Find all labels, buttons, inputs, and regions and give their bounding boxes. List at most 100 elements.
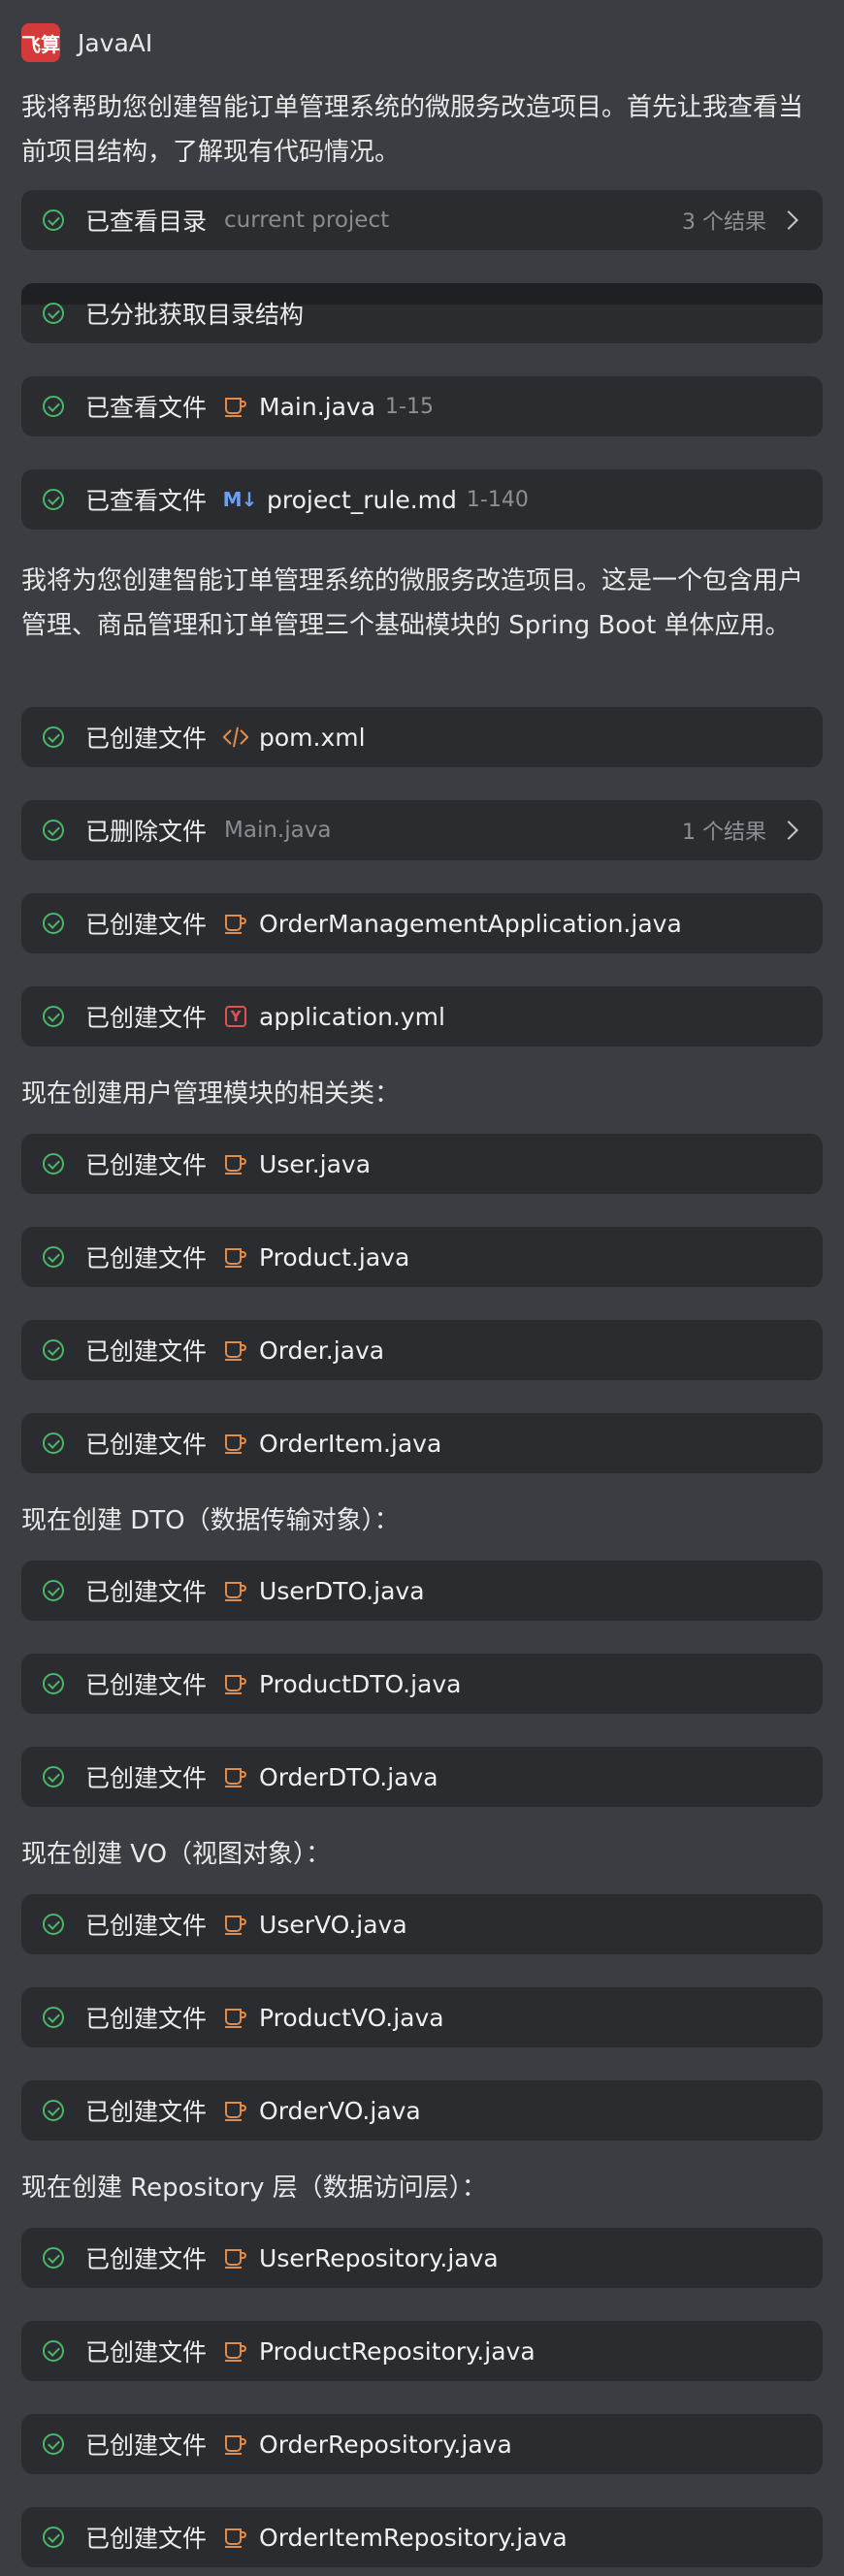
- file-name: OrderDTO.java: [259, 1762, 438, 1791]
- result-count-label: 3 个结果: [682, 210, 766, 235]
- step-card[interactable]: 已创建文件 Product.java: [21, 1227, 823, 1287]
- java-cup-icon: [222, 393, 249, 420]
- step-action: 已创建文件: [85, 724, 208, 753]
- step-target: Main.java: [224, 818, 332, 843]
- file-name: OrderItemRepository.java: [259, 2523, 568, 2552]
- check-icon: [43, 726, 64, 748]
- file-name: User.java: [259, 1149, 372, 1178]
- file-name: UserDTO.java: [259, 1576, 425, 1605]
- file-name: OrderRepository.java: [259, 2430, 512, 2459]
- file-name: ProductRepository.java: [259, 2336, 536, 2366]
- step-card[interactable]: 已创建文件 ProductRepository.java: [21, 2321, 823, 2381]
- check-icon: [43, 2100, 64, 2121]
- step-card[interactable]: 已创建文件 OrderVO.java: [21, 2080, 823, 2141]
- file-name: OrderManagementApplication.java: [259, 909, 682, 938]
- file-name: Main.java: [259, 392, 376, 421]
- step-card[interactable]: 已创建文件 UserDTO.java: [21, 1561, 823, 1621]
- step-card[interactable]: 已创建文件 OrderDTO.java: [21, 1747, 823, 1807]
- result-count-label: 1 个结果: [682, 821, 766, 845]
- step-action: 已创建文件: [85, 1151, 208, 1179]
- step-card[interactable]: 已创建文件 pom.xml: [21, 707, 823, 767]
- assistant-message: 现在创建 VO（视图对象）：: [21, 1840, 332, 1869]
- check-icon: [43, 1006, 64, 1027]
- check-icon: [43, 1153, 64, 1175]
- java-cup-icon: [222, 1243, 249, 1271]
- app-logo: 飞算: [21, 23, 60, 62]
- check-icon: [43, 2247, 64, 2269]
- step-card[interactable]: 已创建文件 ProductDTO.java: [21, 1654, 823, 1714]
- step-card[interactable]: 已创建文件 OrderManagementApplication.java: [21, 893, 823, 953]
- check-icon: [43, 2527, 64, 2548]
- check-icon: [43, 1766, 64, 1787]
- java-cup-icon: [222, 1577, 249, 1604]
- step-action: 已创建文件: [85, 2338, 208, 2367]
- assistant-message: 我将为您创建智能订单管理系统的微服务改造项目。这是一个包含用户管理、商品管理和订…: [21, 566, 804, 640]
- check-icon: [43, 396, 64, 417]
- app-header: 飞算 JavaAI: [21, 23, 152, 62]
- file-name: UserVO.java: [259, 1910, 407, 1939]
- step-card[interactable]: 已创建文件 User.java: [21, 1134, 823, 1194]
- check-icon: [43, 303, 64, 324]
- chevron-right-icon: [779, 821, 798, 840]
- java-cup-icon: [222, 2097, 249, 2124]
- check-icon: [43, 2340, 64, 2362]
- file-name: ProductVO.java: [259, 2003, 444, 2032]
- java-cup-icon: [222, 1670, 249, 1697]
- java-cup-icon: [222, 2337, 249, 2365]
- java-cup-icon: [222, 2524, 249, 2551]
- java-cup-icon: [222, 1336, 249, 1364]
- step-action: 已创建文件: [85, 1431, 208, 1459]
- java-cup-icon: [222, 910, 249, 937]
- step-card[interactable]: 已查看目录 current project 3 个结果: [21, 190, 823, 250]
- file-name: Order.java: [259, 1336, 385, 1365]
- check-icon: [43, 489, 64, 510]
- step-action: 已创建文件: [85, 1337, 208, 1366]
- result-count[interactable]: 3 个结果: [682, 205, 798, 236]
- step-action: 已创建文件: [85, 1004, 208, 1032]
- java-cup-icon: [222, 2004, 249, 2031]
- assistant-message: 我将帮助您创建智能订单管理系统的微服务改造项目。首先让我查看当前项目结构，了解现…: [21, 93, 804, 167]
- step-card[interactable]: 已创建文件 UserVO.java: [21, 1894, 823, 1954]
- step-card[interactable]: 已创建文件 OrderItemRepository.java: [21, 2507, 823, 2567]
- step-card[interactable]: 已删除文件 Main.java 1 个结果: [21, 800, 823, 860]
- assistant-message: 现在创建 Repository 层（数据访问层）：: [21, 2174, 487, 2203]
- chevron-right-icon: [779, 210, 798, 230]
- step-target: current project: [224, 208, 390, 233]
- step-action: 已创建文件: [85, 2431, 208, 2460]
- step-card[interactable]: 已创建文件 UserRepository.java: [21, 2228, 823, 2288]
- step-card[interactable]: 已创建文件 Order.java: [21, 1320, 823, 1380]
- java-cup-icon: [222, 2244, 249, 2271]
- step-action: 已创建文件: [85, 1578, 208, 1606]
- step-action: 已创建文件: [85, 1671, 208, 1699]
- step-card[interactable]: 已创建文件 OrderItem.java: [21, 1413, 823, 1473]
- assistant-message: 现在创建用户管理模块的相关类：: [21, 1079, 401, 1109]
- line-range: 1-140: [466, 487, 529, 512]
- check-icon: [43, 1246, 64, 1268]
- file-name: project_rule.md: [267, 485, 457, 514]
- step-action: 已删除文件: [85, 818, 208, 846]
- step-action: 已创建文件: [85, 1244, 208, 1272]
- step-action: 已创建文件: [85, 1764, 208, 1792]
- file-name: OrderVO.java: [259, 2096, 421, 2125]
- file-name: OrderItem.java: [259, 1429, 442, 1458]
- xml-code-icon: [222, 724, 249, 751]
- check-icon: [43, 1673, 64, 1694]
- step-action: 已查看文件: [85, 487, 208, 515]
- java-cup-icon: [222, 1763, 249, 1790]
- java-cup-icon: [222, 1430, 249, 1457]
- step-card[interactable]: 已查看文件 Main.java 1-15: [21, 376, 823, 436]
- java-cup-icon: [222, 1150, 249, 1177]
- check-icon: [43, 820, 64, 841]
- check-icon: [43, 913, 64, 934]
- step-card[interactable]: 已查看文件 M↓ project_rule.md 1-140: [21, 469, 823, 530]
- step-card[interactable]: 已创建文件 ProductVO.java: [21, 1987, 823, 2047]
- check-icon: [43, 1339, 64, 1361]
- java-cup-icon: [222, 2431, 249, 2458]
- markdown-icon: M↓: [222, 488, 258, 511]
- step-action: 已创建文件: [85, 2245, 208, 2273]
- step-card[interactable]: 已创建文件 Y application.yml: [21, 986, 823, 1046]
- step-card[interactable]: 已分批获取目录结构: [21, 283, 823, 343]
- step-card[interactable]: 已创建文件 OrderRepository.java: [21, 2414, 823, 2474]
- result-count[interactable]: 1 个结果: [682, 815, 798, 846]
- step-action: 已创建文件: [85, 2525, 208, 2553]
